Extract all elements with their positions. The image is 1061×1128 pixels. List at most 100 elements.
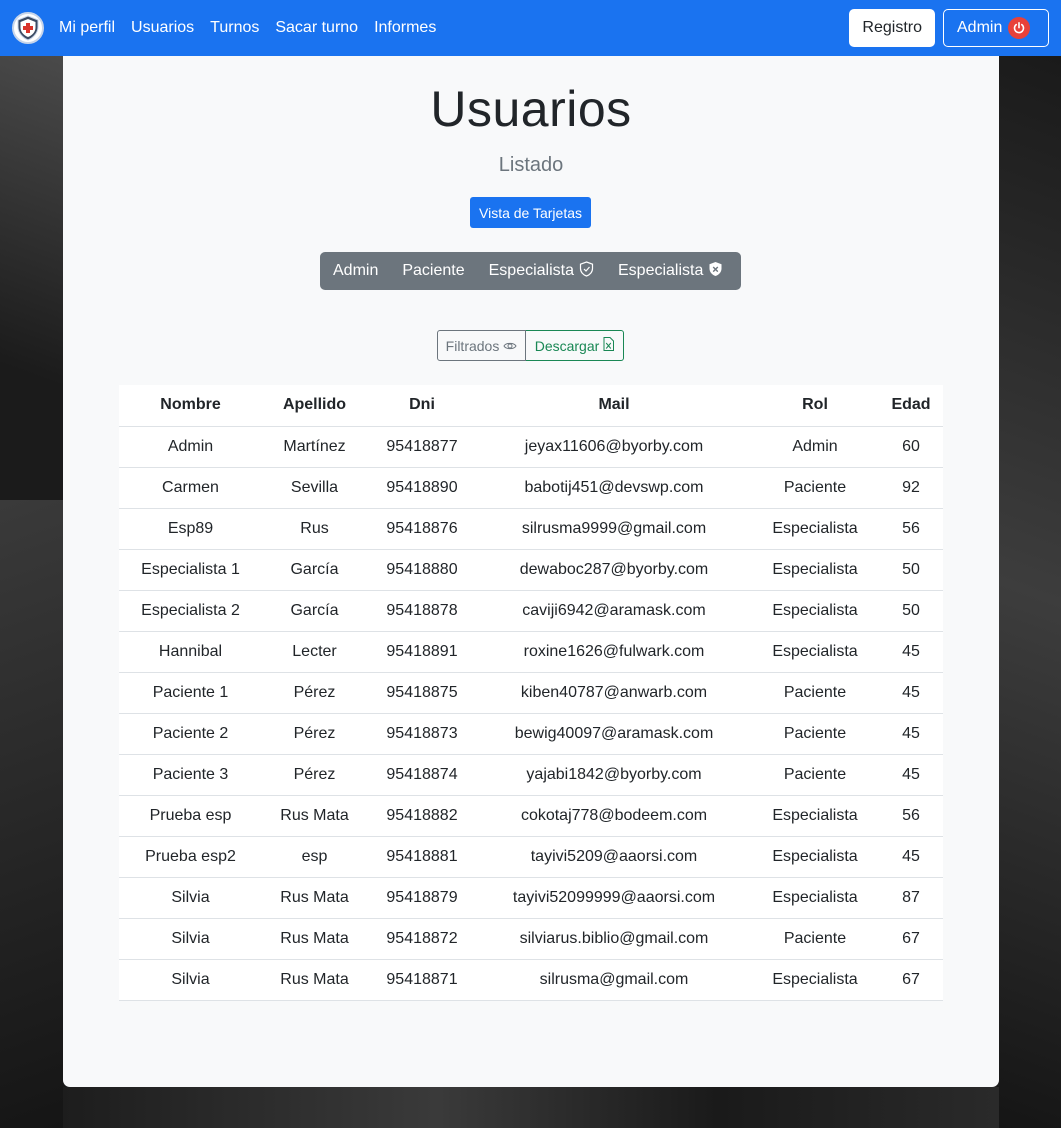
cell-nombre: Carmen <box>119 467 262 509</box>
cell-edad: 45 <box>879 672 943 714</box>
cell-mail: yajabi1842@byorby.com <box>477 754 751 796</box>
filter-paciente-button[interactable]: Paciente <box>390 252 476 290</box>
table-row[interactable]: Prueba esp Rus Mata 95418882 cokotaj778@bod… <box>119 795 943 837</box>
registro-button[interactable]: Registro <box>849 9 935 47</box>
cell-dni: 95418890 <box>367 467 477 509</box>
page-subtitle: Listado <box>498 154 564 176</box>
cell-rol: Especialista <box>751 959 879 1001</box>
cell-edad: 45 <box>879 713 943 755</box>
cell-dni: 95418880 <box>367 549 477 591</box>
cell-rol: Especialista <box>751 590 879 632</box>
cell-nombre: Especialista 2 <box>119 590 262 632</box>
filter-admin-button[interactable]: Admin <box>320 252 390 290</box>
cell-edad: 67 <box>879 918 943 960</box>
admin-logout-button[interactable]: Admin <box>943 9 1049 47</box>
cell-rol: Especialista <box>751 836 879 878</box>
cell-rol: Especialista <box>751 549 879 591</box>
cell-mail: caviji6942@aramask.com <box>477 590 751 632</box>
cell-apellido: Pérez <box>262 672 367 714</box>
users-table: Nombre Apellido Dni Mail Rol Edad Admin M… <box>119 385 943 1001</box>
cell-apellido: García <box>262 549 367 591</box>
cell-nombre: Hannibal <box>119 631 262 673</box>
cell-mail: bewig40097@aramask.com <box>477 713 751 755</box>
cell-dni: 95418873 <box>367 713 477 755</box>
cell-edad: 50 <box>879 549 943 591</box>
cell-edad: 45 <box>879 754 943 796</box>
cell-rol: Admin <box>751 426 879 468</box>
nav-link-sacar-turno[interactable]: Sacar turno <box>275 19 358 37</box>
cell-dni: 95418872 <box>367 918 477 960</box>
cell-mail: tayivi5209@aaorsi.com <box>477 836 751 878</box>
cell-apellido: García <box>262 590 367 632</box>
cell-mail: babotij451@devswp.com <box>477 467 751 509</box>
cell-rol: Paciente <box>751 918 879 960</box>
descargar-label: Descargar <box>534 337 600 354</box>
cell-edad: 87 <box>879 877 943 919</box>
admin-label: Admin <box>957 19 1003 36</box>
filter-especialista-verified-button[interactable]: Especialista <box>606 252 735 290</box>
navbar: Mi perfil Usuarios Turnos Sacar turno In… <box>0 0 1061 56</box>
cell-apellido: Martínez <box>262 426 367 468</box>
cell-edad: 67 <box>879 959 943 1001</box>
cell-apellido: Rus <box>262 508 367 550</box>
cell-edad: 56 <box>879 508 943 550</box>
eye-icon <box>503 338 517 354</box>
cell-apellido: Lecter <box>262 631 367 673</box>
cell-rol: Especialista <box>751 795 879 837</box>
cell-mail: tayivi52099999@aaorsi.com <box>477 877 751 919</box>
cell-nombre: Prueba esp <box>119 795 262 837</box>
power-icon <box>1008 17 1031 39</box>
table-row[interactable]: Silvia Rus Mata 95418872 silviarus.biblio@g… <box>119 918 943 960</box>
cell-apellido: Pérez <box>262 713 367 755</box>
filter-especialista-unverified-button[interactable]: Especialista <box>477 252 606 290</box>
cell-nombre: Silvia <box>119 918 262 960</box>
users-card: Usuarios Listado Vista de Tarjetas Admin… <box>63 56 999 1087</box>
cell-mail: roxine1626@fulwark.com <box>477 631 751 673</box>
table-row[interactable]: Hannibal Lecter 95418891 roxine1626@fulwark… <box>119 631 943 673</box>
export-toolbar: Filtrados Descargar <box>437 330 624 361</box>
cell-edad: 45 <box>879 631 943 673</box>
cell-edad: 45 <box>879 836 943 878</box>
cards-view-button[interactable]: Vista de Tarjetas <box>470 197 591 228</box>
nav-link-mi-perfil[interactable]: Mi perfil <box>59 19 115 37</box>
cell-rol: Especialista <box>751 508 879 550</box>
cell-apellido: Rus Mata <box>262 795 367 837</box>
users-table-wrapper: Nombre Apellido Dni Mail Rol Edad Admin M… <box>119 385 943 1001</box>
cell-dni: 95418891 <box>367 631 477 673</box>
table-row[interactable]: Esp89 Rus 95418876 silrusma9999@gmail.com Es… <box>119 508 943 550</box>
cell-mail: jeyax11606@byorby.com <box>477 426 751 468</box>
table-row[interactable]: Especialista 1 García 95418880 dewaboc287@b… <box>119 549 943 591</box>
nav-link-informes[interactable]: Informes <box>374 19 436 37</box>
table-row[interactable]: Paciente 1 Pérez 95418875 kiben40787@anwarb… <box>119 672 943 714</box>
filtrados-button[interactable]: Filtrados <box>437 330 526 361</box>
cell-rol: Paciente <box>751 467 879 509</box>
cell-mail: silrusma@gmail.com <box>477 959 751 1001</box>
cell-apellido: Rus Mata <box>262 918 367 960</box>
table-row[interactable]: Paciente 2 Pérez 95418873 bewig40097@aramas… <box>119 713 943 755</box>
shield-filled-icon <box>708 261 723 282</box>
table-row[interactable]: Paciente 3 Pérez 95418874 yajabi1842@byorby… <box>119 754 943 796</box>
cell-nombre: Silvia <box>119 959 262 1001</box>
descargar-button[interactable]: Descargar <box>526 330 624 361</box>
table-row[interactable]: Carmen Sevilla 95418890 babotij451@devswp.c… <box>119 467 943 509</box>
nav-actions: Registro Admin <box>849 9 1049 47</box>
table-row[interactable]: Silvia Rus Mata 95418879 tayivi52099999@aao… <box>119 877 943 919</box>
medical-shield-logo-icon[interactable] <box>12 12 44 44</box>
cell-nombre: Paciente 2 <box>119 713 262 755</box>
shield-check-outline-icon <box>579 260 594 282</box>
table-row[interactable]: Silvia Rus Mata 95418871 silrusma@gmail.com… <box>119 959 943 1001</box>
cell-mail: silrusma9999@gmail.com <box>477 508 751 550</box>
column-header-edad: Edad <box>879 385 943 427</box>
nav-link-turnos[interactable]: Turnos <box>210 19 259 37</box>
filter-admin-label: Admin <box>333 262 379 279</box>
nav-link-usuarios[interactable]: Usuarios <box>131 19 194 37</box>
cell-dni: 95418879 <box>367 877 477 919</box>
cell-dni: 95418876 <box>367 508 477 550</box>
cell-edad: 60 <box>879 426 943 468</box>
table-row[interactable]: Especialista 2 García 95418878 caviji6942@a… <box>119 590 943 632</box>
table-row[interactable]: Admin Martínez 95418877 jeyax11606@byorby.c… <box>119 426 943 468</box>
table-row[interactable]: Prueba esp2 esp 95418881 tayivi5209@aaorsi.… <box>119 836 943 878</box>
column-header-dni: Dni <box>367 385 477 427</box>
cell-edad: 50 <box>879 590 943 632</box>
cell-mail: kiben40787@anwarb.com <box>477 672 751 714</box>
